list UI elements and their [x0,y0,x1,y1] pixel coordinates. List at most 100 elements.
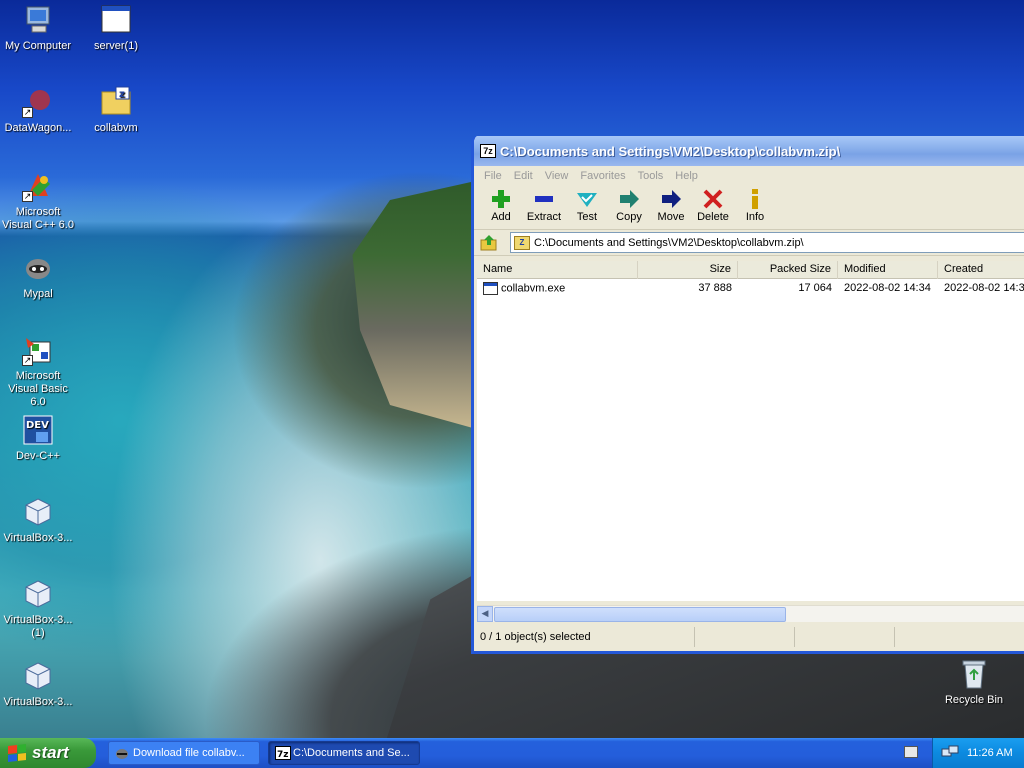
cell-name: collabvm.exe [477,281,638,295]
extract-label: Extract [526,211,562,223]
address-input[interactable]: Z C:\Documents and Settings\VM2\Desktop\… [510,232,1024,253]
move-arrow-icon [659,188,683,210]
folder-up-icon[interactable] [480,234,498,252]
menu-edit[interactable]: Edit [508,170,539,182]
column-header-packed-size[interactable]: Packed Size [738,261,838,279]
column-header-modified[interactable]: Modified [838,261,938,279]
virtualbox-cube-icon [22,660,54,692]
desktop-icon-virtualbox-2[interactable]: VirtualBox-3... (1) [0,578,76,640]
desktop-icon-my-computer[interactable]: My Computer [0,4,76,53]
desktop-icon-label: Microsoft Visual C++ 6.0 [2,206,74,231]
svg-text:DEV: DEV [26,420,49,431]
add-button[interactable]: Add [480,186,522,223]
desktop-icon-datawagon[interactable]: ↗ DataWagon... [0,86,76,135]
delete-x-icon [701,188,725,210]
desktop-icon-recycle-bin[interactable]: Recycle Bin [936,658,1012,707]
window-app-icon [100,4,132,36]
shortcut-arrow-icon: ↗ [22,107,33,118]
7z-app-icon: 7z [480,144,496,158]
menu-file[interactable]: File [478,170,508,182]
extract-minus-icon [532,188,556,210]
desktop-icon-label: Mypal [23,288,53,300]
cell-modified: 2022-08-02 14:34 [844,282,931,294]
wallpaper-cliff [352,180,480,430]
7z-app-icon: 7z [275,746,291,760]
desktop-icon-virtualbox-3[interactable]: VirtualBox-3... [0,660,76,709]
move-button[interactable]: Move [650,186,692,223]
recycle-bin-icon [958,658,990,690]
scroll-left-icon[interactable]: ◀ [477,606,493,622]
scroll-thumb[interactable] [494,606,786,622]
status-cell-4 [895,627,1024,647]
cell-created: 2022-08-02 14:3 [944,282,1024,294]
cell-packed-size: 17 064 [798,282,832,294]
desktop-icon-virtualbox-1[interactable]: VirtualBox-3... [0,496,76,545]
menu-favorites[interactable]: Favorites [574,170,631,182]
info-button[interactable]: Info [734,186,776,223]
virtualbox-cube-icon [22,578,54,610]
clock[interactable]: 11:26 AM [967,747,1013,759]
horizontal-scrollbar[interactable]: ◀ [477,605,1024,622]
file-list[interactable]: Name Size Packed Size Modified Created c… [477,261,1024,601]
delete-button[interactable]: Delete [692,186,734,223]
cell-size: 37 888 [698,282,732,294]
copy-button[interactable]: Copy [608,186,650,223]
visual-basic-icon: ↗ [22,334,54,366]
desktop-icon-devcpp[interactable]: DEV Dev-C++ [0,414,76,463]
window-titlebar[interactable]: 7z C:\Documents and Settings\VM2\Desktop… [474,136,1024,166]
address-bar: Z C:\Documents and Settings\VM2\Desktop\… [474,230,1024,256]
exe-file-icon [483,281,498,295]
taskbar-item-label: C:\Documents and Se... [293,747,410,759]
desktop-icon-label: VirtualBox-3... [3,696,73,708]
taskbar-item-download[interactable]: Download file collabv... [108,741,260,765]
network-tray-icon[interactable] [941,745,959,761]
file-name: collabvm.exe [501,281,566,294]
window-title: C:\Documents and Settings\VM2\Desktop\co… [500,143,841,159]
virtualbox-cube-icon [22,496,54,528]
desktop-icon-label: VirtualBox-3... (1) [3,614,73,639]
test-button[interactable]: Test [566,186,608,223]
desktop-icon-label: server(1) [93,40,138,52]
extract-button[interactable]: Extract [522,186,566,223]
status-selection: 0 / 1 object(s) selected [477,627,695,647]
column-header-created[interactable]: Created [938,261,1024,279]
delete-label: Delete [697,211,729,223]
keyboard-icon[interactable] [904,746,918,758]
my-computer-icon [22,4,54,36]
desktop-icon-visual-basic[interactable]: ↗ Microsoft Visual Basic 6.0 [0,334,76,409]
status-cell-2 [695,627,795,647]
status-bar: 0 / 1 object(s) selected [477,626,1024,648]
add-label: Add [491,211,511,223]
test-label: Test [576,211,598,223]
desktop-icon-label: collabvm [94,122,138,134]
test-check-icon [575,188,599,210]
taskbar-item-7zip[interactable]: 7z C:\Documents and Se... [268,741,420,765]
windows-logo-icon [8,744,26,762]
menu-tools[interactable]: Tools [632,170,670,182]
system-tray: 11:26 AM [932,738,1024,768]
taskbar-item-label: Download file collabv... [133,747,245,759]
desktop-icon-mypal[interactable]: Mypal [0,252,76,301]
info-i-icon [743,188,767,210]
column-header-name[interactable]: Name [477,261,638,279]
devcpp-icon: DEV [22,414,54,446]
visual-cpp-icon: ↗ [22,170,54,202]
desktop-icon-label: VirtualBox-3... [3,532,73,544]
desktop-icon-collabvm[interactable]: z collabvm [78,86,154,135]
menu-help[interactable]: Help [669,170,704,182]
start-button[interactable]: start [0,738,96,768]
archive-window[interactable]: 7z C:\Documents and Settings\VM2\Desktop… [471,136,1024,654]
desktop-icon-label: DataWagon... [4,122,72,134]
svg-text:7z: 7z [277,750,289,760]
desktop-icon-label: Microsoft Visual Basic 6.0 [8,370,68,408]
table-row[interactable]: collabvm.exe 37 888 17 064 2022-08-02 14… [477,279,1024,297]
address-path: C:\Documents and Settings\VM2\Desktop\co… [534,236,804,249]
menu-view[interactable]: View [539,170,575,182]
zip-file-icon: Z [514,235,530,250]
zip-folder-icon: z [100,86,132,118]
download-raccoon-icon [115,746,129,760]
desktop-icon-server[interactable]: server(1) [78,4,154,53]
desktop-icon-visual-cpp[interactable]: ↗ Microsoft Visual C++ 6.0 [0,170,76,232]
move-label: Move [657,211,685,223]
column-header-size[interactable]: Size [638,261,738,279]
